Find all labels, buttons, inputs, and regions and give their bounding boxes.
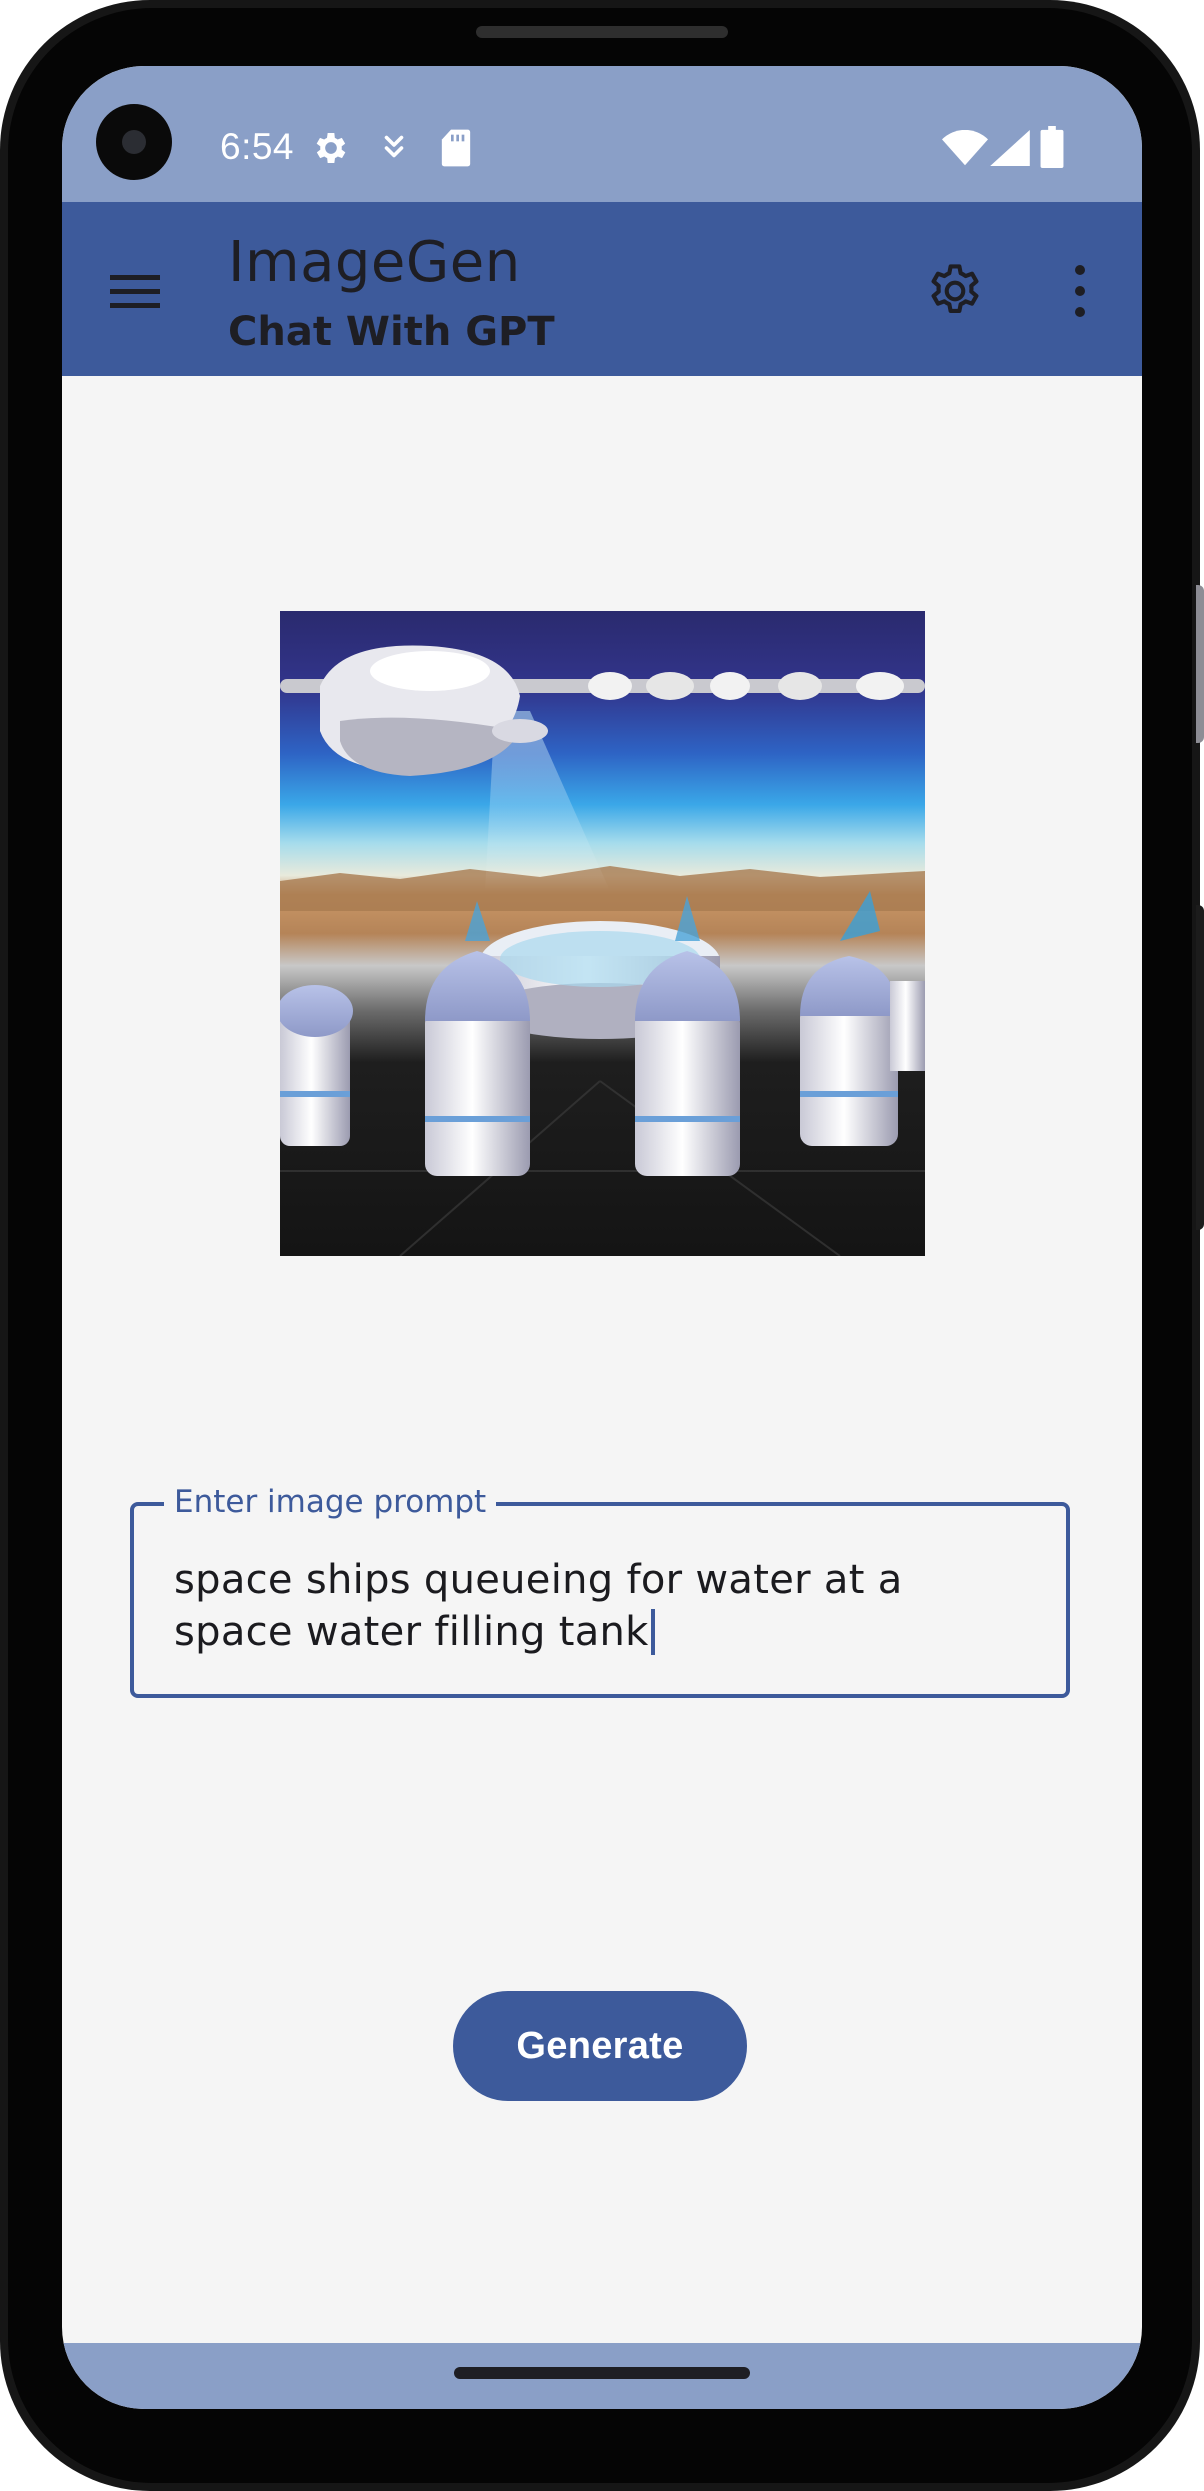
prompt-field-label: Enter image prompt [164, 1484, 497, 1520]
power-button[interactable] [1196, 905, 1204, 1230]
cellular-signal-icon [990, 130, 1030, 166]
settings-gear-icon [316, 133, 346, 163]
earpiece-speaker [476, 26, 728, 38]
prompt-input[interactable]: space ships queueing for water at a spac… [174, 1554, 1004, 1658]
generated-image [280, 611, 925, 1256]
volume-button[interactable] [1196, 585, 1204, 743]
top-app-bar: ImageGen Chat With GPT [62, 202, 1142, 376]
screen: 6:54 ImageGen Chat With GPT Enter image … [62, 66, 1142, 2409]
more-vert-icon[interactable] [1066, 260, 1094, 322]
app-subtitle: Chat With GPT [228, 309, 555, 355]
generate-button[interactable]: Generate [453, 1991, 747, 2101]
home-gesture-handle[interactable] [454, 2367, 750, 2379]
battery-icon [1040, 126, 1064, 168]
status-bar: 6:54 [62, 66, 1142, 202]
download-icon [384, 135, 404, 158]
status-time: 6:54 [220, 126, 295, 167]
sd-card-icon [441, 129, 471, 167]
text-cursor [650, 1609, 655, 1655]
settings-icon[interactable] [924, 260, 986, 322]
phone-frame: 6:54 ImageGen Chat With GPT Enter image … [0, 0, 1204, 2491]
navigation-bar [62, 2343, 1142, 2409]
prompt-input-value: space ships queueing for water at a spac… [174, 1557, 903, 1655]
prompt-text-field[interactable]: Enter image prompt space ships queueing … [130, 1484, 1070, 1698]
wifi-icon [942, 130, 988, 166]
front-camera [96, 104, 172, 180]
app-title: ImageGen [228, 230, 521, 295]
menu-icon[interactable] [104, 266, 164, 316]
